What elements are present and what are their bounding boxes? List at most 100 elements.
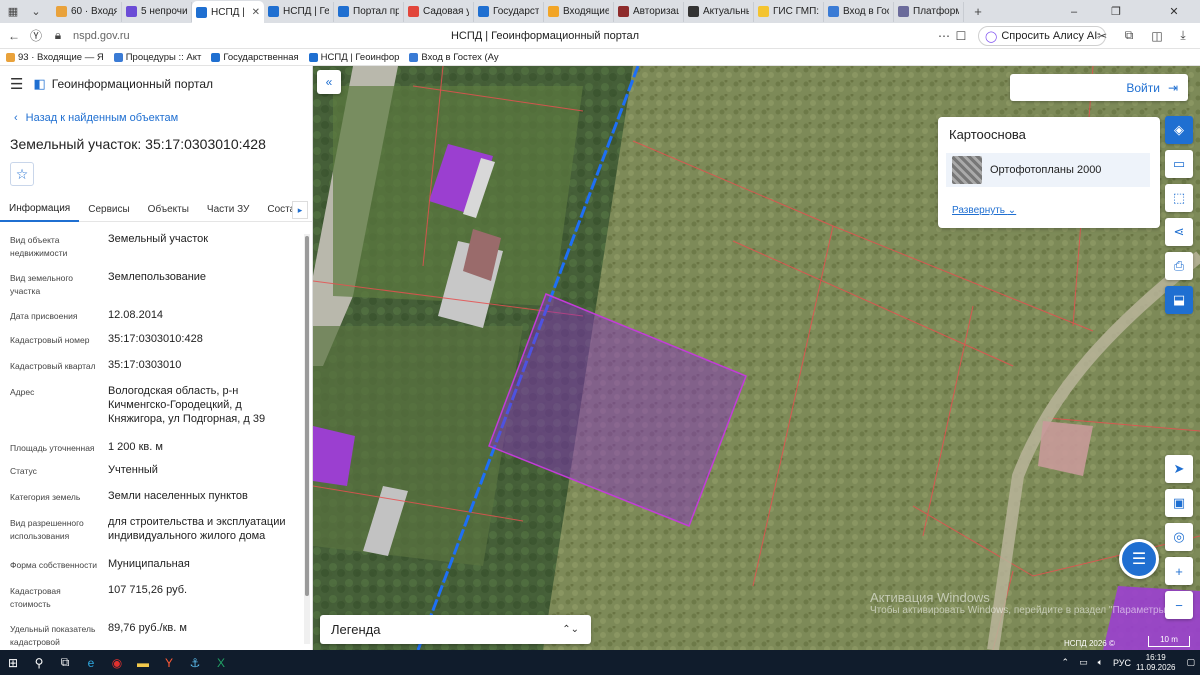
back-to-results-link[interactable]: ‹ Назад к найденным объектам [14, 112, 178, 124]
star-icon: ☆ [15, 165, 29, 182]
print-button[interactable]: ⎙ [1165, 252, 1193, 280]
bookmark-item[interactable]: НСПД | Геоинфор [308, 52, 399, 63]
favorite-star-button[interactable]: ☆ [10, 162, 34, 186]
property-value: для строительства и эксплуатации индивид… [108, 516, 286, 542]
property-label: Вид объекта недвижимости [10, 235, 68, 258]
opera-browser-icon[interactable]: ◉ [104, 650, 130, 675]
bookmark-item[interactable]: Вход в Гостех (Ау [409, 52, 499, 63]
browser-tab[interactable]: НСПД | Г ✕ [192, 1, 264, 23]
edge-browser-icon[interactable]: e [78, 650, 104, 675]
browser-tab[interactable]: Авторизац [614, 1, 684, 22]
notification-icon[interactable]: ▢ [1186, 657, 1195, 668]
clock[interactable]: 16:19 11.09.2026 [1136, 653, 1175, 673]
reading-icon[interactable]: ◫ [1146, 25, 1168, 47]
language-indicator[interactable]: РУС [1113, 658, 1131, 668]
tab-label: Платформа [913, 6, 959, 17]
panel-scrollbar[interactable] [304, 234, 310, 644]
windows-start-icon[interactable]: ⊞ [0, 650, 26, 675]
app-icon[interactable]: ⚓ [182, 650, 208, 675]
bookmark-icon[interactable]: ☐ [950, 25, 972, 47]
tab-close-icon[interactable]: ✕ [252, 7, 260, 18]
property-value: Землепользование [108, 271, 207, 283]
select-area-icon: ⬚ [1172, 190, 1186, 205]
chat-assistant-button[interactable]: ☰ [1119, 539, 1159, 579]
collapse-panel-button[interactable]: « [317, 70, 341, 94]
property-value: 12.08.2014 [108, 309, 164, 321]
browser-tab[interactable]: НСПД | Гео [264, 1, 334, 22]
url-text[interactable]: nspd.gov.ru [73, 30, 130, 42]
tabs-scroll-right-button[interactable]: ▸ [292, 201, 308, 219]
chevron-down-icon: ⌄ [1007, 205, 1017, 216]
browser-tab[interactable]: Платформа [894, 1, 964, 22]
tabs-menu-chevron-icon[interactable]: ⌄ [26, 2, 46, 22]
browser-tab[interactable]: 5 непрочит [122, 1, 192, 22]
window-minimize-button[interactable]: – [1060, 0, 1088, 23]
excel-icon[interactable]: X [208, 650, 234, 675]
tab-favicon-icon [478, 6, 489, 17]
property-value: 35:17:0303010:428 [108, 333, 203, 345]
tab-label: Государств [493, 6, 539, 17]
browser-tab[interactable]: Садовая ул [404, 1, 474, 22]
browser-tab[interactable]: Государств [474, 1, 544, 22]
browser-tab[interactable]: 60 · Входящи [52, 1, 122, 22]
share-button[interactable]: ⋖ [1165, 218, 1193, 246]
task-view-icon[interactable]: ⧉ [52, 650, 78, 675]
back-arrow-icon[interactable]: ← [3, 25, 25, 47]
object-info-panel: ☰ ◧ Геоинформационный портал ‹ Назад к на… [0, 66, 313, 650]
measure-button[interactable]: ▭ [1165, 150, 1193, 178]
map-layers-icon: ⬓ [1172, 292, 1186, 307]
yandex-logo-icon[interactable]: Ⓨ [25, 25, 47, 47]
window-close-button[interactable]: ✕ [1160, 0, 1188, 23]
system-tray: ⌃ ▭ 🔈︎ РУС 16:19 11.09.2026 ▢ [1057, 650, 1200, 675]
layers-select-icon: ◈ [1174, 122, 1184, 137]
browser-tab[interactable]: Вход в Гост [824, 1, 894, 22]
bookmark-item[interactable]: 93 · Входящие — Я [6, 52, 104, 63]
yandex-browser-icon[interactable]: Y [156, 650, 182, 675]
window-maximize-button[interactable]: ❐ [1102, 0, 1130, 23]
legend-dropdown[interactable]: Легенда ⌃⌄ [320, 615, 591, 644]
ruler-icon: ▭ [1172, 156, 1186, 171]
tab-label: Портал про [353, 6, 399, 17]
scrollbar-thumb[interactable] [305, 236, 309, 596]
map-view[interactable]: « Войти ⇥ Картооснова Ортофотопланы 2000 … [313, 66, 1200, 650]
tab-label: НСПД | Гео [283, 6, 329, 17]
bookmark-item[interactable]: Процедуры :: Акт [113, 52, 201, 63]
location-target-button[interactable]: ◎ [1165, 523, 1193, 551]
property-value: Муниципальная [108, 558, 190, 570]
select-area-button[interactable]: ⬚ [1165, 184, 1193, 212]
zoom-in-button[interactable]: + [1165, 557, 1193, 585]
volume-icon[interactable]: 🔈︎ [1098, 657, 1103, 668]
network-icon[interactable]: ▭ [1079, 657, 1088, 668]
browser-tab[interactable]: ГИС ГМП: Н [754, 1, 824, 22]
minimap-button[interactable]: ▣ [1165, 489, 1193, 517]
bookmark-label: Государственная [223, 51, 299, 63]
tools-icon[interactable]: ✂ [1091, 25, 1113, 47]
tab-services[interactable]: Сервисы [79, 198, 138, 222]
basemap-option-orthophoto[interactable]: Ортофотопланы 2000 [946, 153, 1150, 187]
chevron-up-icon[interactable]: ⌃ [1062, 657, 1070, 668]
tab-information[interactable]: Информация [0, 198, 80, 222]
hamburger-menu-icon[interactable]: ☰ [10, 75, 23, 93]
security-lock-icon[interactable]: 🔒︎ [47, 25, 69, 47]
tab-objects[interactable]: Объекты [139, 198, 198, 222]
search-icon[interactable]: ⚲ [26, 650, 52, 675]
new-tab-button[interactable]: + [970, 4, 986, 20]
file-explorer-icon[interactable]: ▬ [130, 650, 156, 675]
tab-parcel-parts[interactable]: Части ЗУ [198, 198, 258, 222]
bookmark-item[interactable]: Государственная [211, 51, 299, 63]
ask-alisa-button[interactable]: ◯ Спросить Алису AI [978, 26, 1107, 46]
layers-select-button[interactable]: ◈ [1165, 116, 1193, 144]
browser-tab[interactable]: Актуальные [684, 1, 754, 22]
geolocation-button[interactable]: ➤ [1165, 455, 1193, 483]
login-button[interactable]: Войти ⇥ [1010, 74, 1188, 101]
extensions-icon[interactable]: ⧉ [1118, 25, 1140, 47]
download-icon[interactable]: ⤓ [1172, 25, 1194, 47]
expand-basemaps-link[interactable]: Развернуть ⌄ [952, 205, 1016, 216]
browser-tab[interactable]: Портал про [334, 1, 404, 22]
chat-bubble-icon: ☰ [1131, 551, 1147, 568]
tabs-overview-icon[interactable]: ▦ [3, 2, 23, 22]
property-label: Удельный показатель кадастровой [10, 624, 96, 647]
bookmark-favicon-icon [113, 52, 123, 62]
map-layers-button[interactable]: ⬓ [1165, 286, 1193, 314]
browser-tab[interactable]: Входящие [544, 1, 614, 22]
